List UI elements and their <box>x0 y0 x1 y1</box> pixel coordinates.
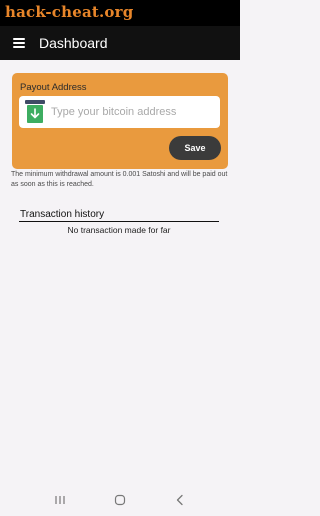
page-title: Dashboard <box>39 35 108 51</box>
status-bar: hack-cheat.org <box>0 0 240 26</box>
address-field-container <box>19 96 220 128</box>
recents-icon[interactable] <box>50 490 70 510</box>
divider <box>19 221 219 222</box>
payout-address-label: Payout Address <box>20 82 87 93</box>
bitcoin-address-input[interactable] <box>51 106 211 118</box>
app-bar: Dashboard <box>0 26 240 60</box>
system-nav-bar <box>0 484 240 516</box>
back-icon[interactable] <box>170 490 190 510</box>
save-button[interactable]: Save <box>169 136 221 160</box>
watermark-text: hack-cheat.org <box>5 3 134 21</box>
menu-icon[interactable] <box>13 38 25 48</box>
home-icon[interactable] <box>110 490 130 510</box>
transaction-history-title: Transaction history <box>20 209 105 220</box>
wallet-download-icon <box>25 100 45 124</box>
minimum-withdrawal-note: The minimum withdrawal amount is 0.001 S… <box>11 171 228 188</box>
payout-card: Payout Address Save <box>12 73 228 169</box>
no-transactions-text: No transaction made for far <box>67 225 171 235</box>
